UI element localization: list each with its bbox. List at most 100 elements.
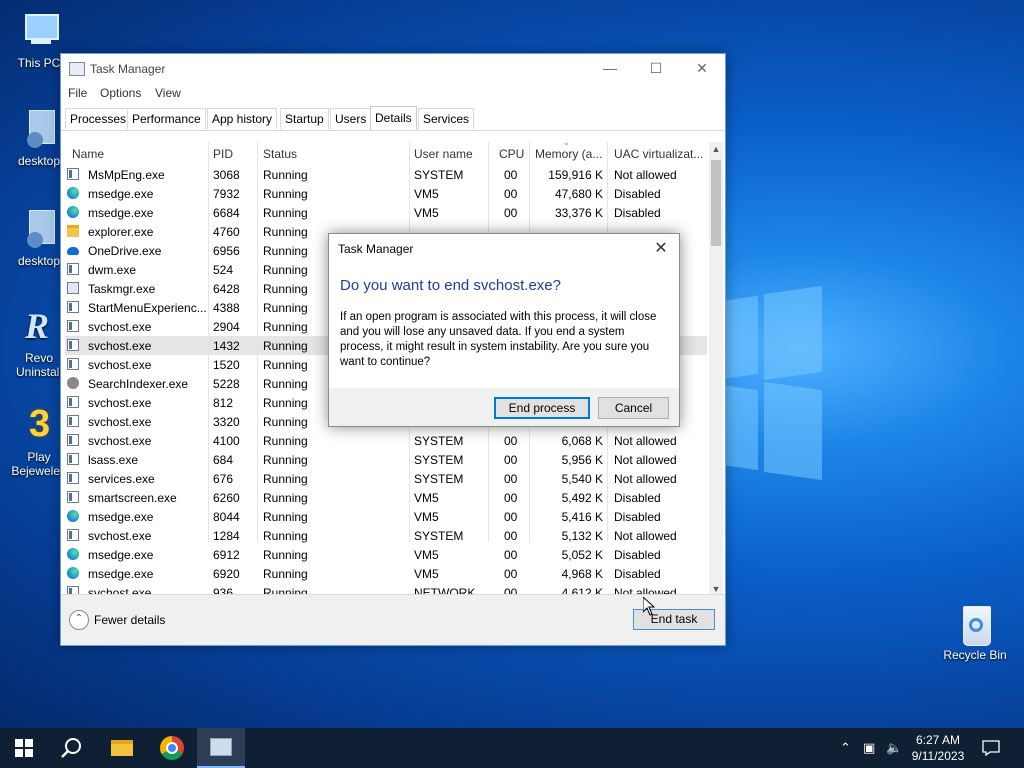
cell-status: Running xyxy=(263,263,308,277)
cancel-button[interactable]: Cancel xyxy=(598,397,669,419)
table-row[interactable]: msedge.exe 6912 Running VM5 00 5,052 K Disable… xyxy=(65,545,707,564)
table-row[interactable]: svchost.exe 4100 Running SYSTEM 00 6,068 K Not… xyxy=(65,431,707,450)
chevron-up-icon[interactable]: ⌃ xyxy=(69,610,89,630)
scrollbar-thumb[interactable] xyxy=(711,160,721,246)
cell-user: SYSTEM xyxy=(414,434,464,448)
taskbar-task-manager[interactable] xyxy=(197,728,245,768)
cell-mem: 5,132 K xyxy=(561,529,603,543)
tab-app-history[interactable]: App history xyxy=(207,108,278,129)
cell-pid: 524 xyxy=(213,263,234,277)
table-row[interactable]: msedge.exe 8044 Running VM5 00 5,416 K Disable… xyxy=(65,507,707,526)
start-button[interactable] xyxy=(0,728,48,768)
process-folder-icon xyxy=(67,225,79,237)
search-button[interactable] xyxy=(48,728,96,768)
process-exe-icon xyxy=(67,358,79,370)
cell-name: msedge.exe xyxy=(88,187,154,201)
volume-muted-icon[interactable]: 🔈 xyxy=(886,740,902,756)
tab-users[interactable]: Users xyxy=(330,108,372,129)
column-cpu[interactable]: CPU xyxy=(499,147,524,161)
dialog-close-icon[interactable]: ✕ xyxy=(651,238,671,258)
process-exe-icon xyxy=(67,529,79,541)
minimize-button[interactable]: — xyxy=(587,54,633,82)
tab-services[interactable]: Services xyxy=(418,108,475,129)
process-exe-icon xyxy=(67,415,79,427)
recycle-bin-icon xyxy=(953,602,997,646)
chevron-up-icon[interactable]: ⌃ xyxy=(840,740,851,756)
process-exe-icon xyxy=(67,301,79,313)
cell-mem: 4,968 K xyxy=(561,567,603,581)
taskbar-chrome[interactable] xyxy=(148,728,196,768)
column-name[interactable]: Name xyxy=(72,147,104,161)
table-row[interactable]: msedge.exe 6684 Running VM5 00 33,376 K Disabl… xyxy=(65,203,707,222)
maximize-button[interactable]: ☐ xyxy=(633,54,679,82)
cell-name: SearchIndexer.exe xyxy=(88,377,189,391)
table-row[interactable]: svchost.exe 1284 Running SYSTEM 00 5,132 K Not… xyxy=(65,526,707,545)
table-row[interactable]: msedge.exe 7932 Running VM5 00 47,680 K Disabl… xyxy=(65,184,707,203)
close-button[interactable]: ✕ xyxy=(679,54,725,82)
menu-file[interactable]: File xyxy=(68,86,87,100)
title-bar[interactable]: Task Manager — ☐ ✕ xyxy=(61,54,725,82)
cell-cpu: 00 xyxy=(504,567,518,581)
table-row[interactable]: services.exe 676 Running SYSTEM 00 5,540 K Not… xyxy=(65,469,707,488)
desktop-icon-label: desktop xyxy=(17,254,61,268)
column-uac-virtualization[interactable]: UAC virtualizat... xyxy=(614,147,703,161)
table-row[interactable]: MsMpEng.exe 3068 Running SYSTEM 00 159,916 K N… xyxy=(65,165,707,184)
tab-processes[interactable]: Processes xyxy=(65,108,132,129)
tab-details[interactable]: Details xyxy=(370,106,417,131)
cell-name: svchost.exe xyxy=(88,529,152,543)
cell-name: svchost.exe xyxy=(88,339,152,353)
cell-pid: 1284 xyxy=(213,529,240,543)
process-edge-icon xyxy=(67,567,79,579)
cell-name: Taskmgr.exe xyxy=(88,282,156,296)
desktop-icon-recycle-bin[interactable]: Recycle Bin xyxy=(937,602,1013,662)
cell-cpu: 00 xyxy=(504,206,518,220)
table-row[interactable]: lsass.exe 684 Running SYSTEM 00 5,956 K Not al… xyxy=(65,450,707,469)
cell-name: svchost.exe xyxy=(88,358,152,372)
table-row[interactable]: smartscreen.exe 6260 Running VM5 00 5,492 K Di… xyxy=(65,488,707,507)
dialog-question: Do you want to end svchost.exe? xyxy=(340,277,561,294)
process-edge-icon xyxy=(67,206,79,218)
process-exe-icon xyxy=(67,491,79,503)
tab-startup[interactable]: Startup xyxy=(280,108,329,129)
cell-mem: 5,540 K xyxy=(561,472,603,486)
cell-pid: 3320 xyxy=(213,415,240,429)
menu-options[interactable]: Options xyxy=(100,86,141,100)
column-user-name[interactable]: User name xyxy=(414,147,473,161)
menu-bar: File Options View xyxy=(61,82,725,104)
process-exe-icon xyxy=(67,396,79,408)
revo-icon: R xyxy=(25,306,50,346)
process-exe-icon xyxy=(67,168,79,180)
cell-name: svchost.exe xyxy=(88,320,152,334)
cell-mem: 5,956 K xyxy=(561,453,603,467)
cell-uac: Not allowed xyxy=(614,472,677,486)
dialog-title: Task Manager xyxy=(338,242,414,256)
menu-view[interactable]: View xyxy=(155,86,181,100)
column-pid[interactable]: PID xyxy=(213,147,233,161)
cell-mem: 5,052 K xyxy=(561,548,603,562)
cell-name: svchost.exe xyxy=(88,434,152,448)
taskbar-file-explorer[interactable] xyxy=(98,728,146,768)
network-icon[interactable]: ▣ xyxy=(863,740,875,756)
column-status[interactable]: Status xyxy=(263,147,297,161)
cell-user: VM5 xyxy=(414,187,439,201)
scroll-up-icon[interactable]: ▲ xyxy=(709,144,723,154)
cell-user: VM5 xyxy=(414,567,439,581)
scroll-down-icon[interactable]: ▼ xyxy=(709,584,723,594)
tab-performance[interactable]: Performance xyxy=(127,108,206,129)
process-exe-icon xyxy=(67,453,79,465)
search-icon xyxy=(61,738,81,758)
column-memory[interactable]: Memory (a... xyxy=(535,147,602,161)
clock[interactable]: 6:27 AM 9/11/2023 xyxy=(902,732,974,764)
cell-uac: Disabled xyxy=(614,510,661,524)
end-process-button[interactable]: End process xyxy=(494,397,590,419)
file-icon xyxy=(17,208,61,252)
cell-pid: 4100 xyxy=(213,434,240,448)
notification-icon[interactable] xyxy=(982,740,1000,756)
cell-name: dwm.exe xyxy=(88,263,137,277)
table-row[interactable]: msedge.exe 6920 Running VM5 00 4,968 K Disable… xyxy=(65,564,707,583)
fewer-details-link[interactable]: Fewer details xyxy=(94,613,165,627)
cell-name: msedge.exe xyxy=(88,567,154,581)
cell-uac: Disabled xyxy=(614,548,661,562)
cell-user: VM5 xyxy=(414,491,439,505)
vertical-scrollbar[interactable]: ▲ ▼ xyxy=(709,142,723,596)
